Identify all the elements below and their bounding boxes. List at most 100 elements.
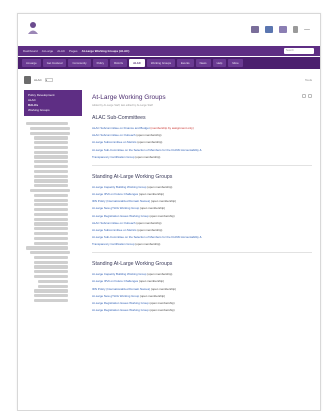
tab-alac[interactable]: ALAC	[129, 59, 145, 67]
tree-item[interactable]	[34, 145, 68, 150]
tree-item[interactable]	[30, 188, 70, 193]
tab-policy[interactable]: Policy	[92, 59, 109, 67]
edit-icon[interactable]	[302, 94, 306, 98]
tree-item[interactable]	[34, 275, 68, 279]
tree-item[interactable]	[34, 260, 68, 264]
membership-note: (open membership)	[138, 279, 164, 284]
membership-note: (open membership)	[134, 242, 161, 247]
tree-item[interactable]	[34, 141, 68, 145]
menu-icon[interactable]	[304, 29, 310, 30]
tree-item[interactable]	[34, 208, 68, 212]
membership-note: (open membership)	[136, 227, 163, 232]
space-logo-icon[interactable]	[24, 76, 31, 84]
tree-item[interactable]	[34, 203, 68, 207]
tree-item[interactable]	[34, 169, 68, 173]
membership-note: (open membership)	[139, 206, 166, 211]
tab-ralos[interactable]: RALOs	[110, 59, 128, 67]
tab-at-large[interactable]: At-Large	[22, 59, 41, 67]
working-group-link[interactable]: ALAC Subcommittee on Finance and Budget …	[92, 126, 312, 130]
working-group-link[interactable]: Transparency Certification Group (open m…	[92, 155, 312, 159]
search-input[interactable]: Search	[284, 48, 314, 54]
working-group-link[interactable]: At-Large Capacity Building Working Group…	[92, 272, 312, 276]
chevron-down-icon[interactable]: ▾	[44, 78, 53, 82]
tree-item[interactable]	[26, 246, 68, 250]
globe-icon[interactable]	[279, 26, 287, 33]
working-group-link[interactable]: At-Large Subcommittee on Metrics (open m…	[92, 140, 312, 144]
working-group-link[interactable]: At-Large Registration Issues Working Gro…	[92, 308, 312, 312]
tree-item[interactable]	[34, 217, 68, 221]
tree-item[interactable]	[34, 231, 68, 236]
working-group-link[interactable]: ALAC Subcommittee on Outreach (open memb…	[92, 221, 312, 225]
tree-item[interactable]	[34, 298, 68, 303]
top-icons	[251, 26, 310, 33]
tab-more[interactable]: More	[228, 59, 243, 67]
tree-item[interactable]	[34, 174, 68, 178]
tree-item[interactable]	[34, 150, 68, 154]
breadcrumb-item[interactable]: At-Large	[42, 49, 54, 53]
working-group-link[interactable]: IDN Policy (Internationalized Domain Nam…	[92, 199, 312, 203]
tree-item[interactable]	[26, 122, 68, 126]
tree-item[interactable]	[34, 160, 68, 164]
working-group-link[interactable]: At-Large New gTLDs Working Group (open m…	[92, 206, 312, 210]
breadcrumb-item[interactable]: ALAC	[57, 49, 65, 53]
tree-item[interactable]	[34, 198, 68, 202]
logo-icon[interactable]	[27, 21, 39, 35]
sidebar: Policy Development ALAC RALOs Working Gr…	[24, 90, 82, 410]
breadcrumb-item[interactable]: At-Large Working Groups (ALAC)	[82, 49, 130, 53]
tools-menu[interactable]: Tools	[305, 78, 312, 82]
tree-item[interactable]	[34, 255, 68, 260]
gear-icon[interactable]	[251, 26, 259, 33]
share-icon[interactable]	[308, 94, 312, 98]
page-meta: Added by At-Large Staff, last edited by …	[92, 104, 153, 107]
working-group-link[interactable]: At-Large IPv6 on Future Challenges (open…	[92, 192, 312, 196]
tree-item[interactable]	[34, 165, 68, 169]
tab-community[interactable]: Community	[68, 59, 91, 67]
breadcrumb-item[interactable]: Dashboard	[23, 49, 38, 53]
working-group-link[interactable]: ALAC Subcommittee on Outreach (open memb…	[92, 133, 312, 137]
tree-item[interactable]	[34, 241, 68, 245]
working-group-link[interactable]: Transparency Certification Group (open m…	[92, 242, 312, 246]
working-group-link[interactable]: At-Large Sub-Committee on the Selection …	[92, 235, 312, 239]
search-icon[interactable]	[293, 26, 298, 33]
working-group-link[interactable]: At-Large Registration Issues Working Gro…	[92, 214, 312, 218]
working-group-link[interactable]: At-Large Sub-Committee on the Selection …	[92, 148, 312, 152]
working-group-link[interactable]: At-Large Registration Issues Working Gro…	[92, 301, 312, 305]
tree-item[interactable]	[34, 294, 68, 298]
tree-item[interactable]	[34, 236, 68, 240]
tree-item[interactable]	[38, 284, 68, 288]
tree-item[interactable]	[34, 155, 68, 159]
tree-item[interactable]	[34, 270, 68, 274]
space-label[interactable]: ALAC	[34, 78, 42, 82]
tree-item[interactable]	[34, 184, 68, 188]
page-tree	[24, 122, 82, 303]
working-group-link[interactable]: At-Large Subcommittee on Metrics (open m…	[92, 228, 312, 232]
tree-item[interactable]	[34, 289, 68, 293]
section-heading: Standing At-Large Working Groups	[92, 173, 173, 180]
working-group-link[interactable]: IDN Policy (Internationalized Domain Nam…	[92, 287, 312, 291]
tree-item[interactable]	[34, 136, 68, 140]
tab-working-groups[interactable]: Working Groups	[146, 59, 176, 67]
tree-item[interactable]	[34, 222, 68, 226]
tree-item[interactable]	[30, 131, 70, 135]
tree-item[interactable]	[34, 265, 68, 269]
tree-item[interactable]	[34, 227, 68, 231]
tab-help[interactable]: Help	[212, 59, 227, 67]
working-group-link[interactable]: At-Large IPv6 on Future Challenges (open…	[92, 279, 312, 283]
tree-item[interactable]	[34, 179, 68, 183]
space-toolbar: ALAC ▾	[24, 76, 53, 84]
membership-note: (open membership)	[148, 213, 175, 218]
tab-news[interactable]: News	[195, 59, 211, 67]
tab-events[interactable]: Events	[177, 59, 194, 67]
tree-item[interactable]	[30, 251, 70, 255]
working-group-link[interactable]: At-Large New gTLDs Working Group (open m…	[92, 294, 312, 298]
tab-get-involved[interactable]: Get Involved	[42, 59, 67, 67]
breadcrumb-item[interactable]: Pages	[69, 49, 78, 53]
working-group-link[interactable]: At-Large Capacity Building Working Group…	[92, 185, 312, 189]
sidebar-item[interactable]: Working Groups	[28, 108, 78, 113]
tree-item[interactable]	[30, 126, 70, 130]
tree-item[interactable]	[34, 212, 68, 217]
page-actions	[302, 94, 312, 98]
tree-item[interactable]	[38, 279, 68, 283]
people-icon[interactable]	[265, 26, 273, 33]
tree-item[interactable]	[34, 193, 68, 197]
